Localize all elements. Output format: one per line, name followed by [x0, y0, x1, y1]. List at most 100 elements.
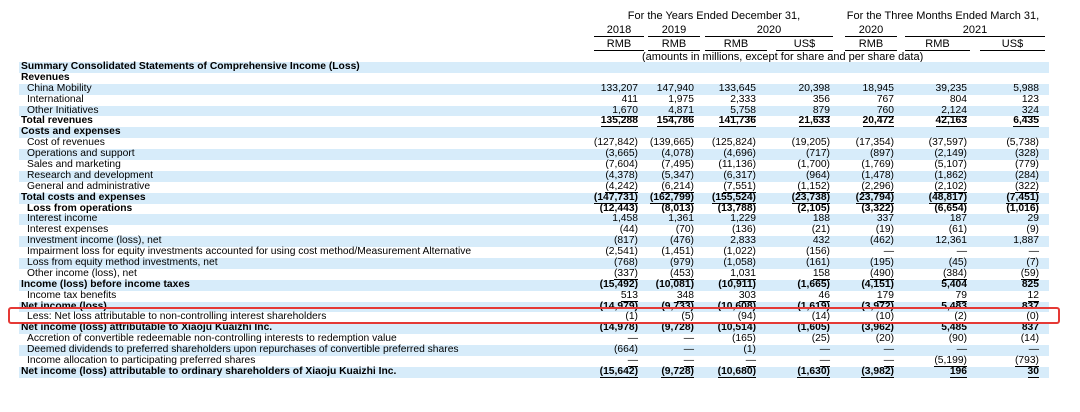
value-text: (25) — [811, 333, 830, 345]
table-row: Income tax benefits 513 348 303 46 179 79 12 — [19, 289, 1049, 302]
value-text: 837 — [1021, 300, 1039, 312]
value-text: (19) — [875, 224, 894, 236]
value-text: 5,988 — [1013, 82, 1039, 94]
year-2021-q1: 2021 — [905, 24, 1045, 37]
value-text: (17,354) — [855, 137, 894, 149]
currency-col-2: RMB — [648, 38, 700, 51]
value-text: 147,940 — [656, 82, 694, 94]
value-text: (15,492) — [599, 278, 638, 290]
value-text: 133,645 — [718, 82, 756, 94]
value-cell: 411 — [568, 94, 638, 106]
value-text: (37,597) — [928, 137, 967, 149]
year-2018: 2018 — [594, 24, 644, 37]
value-text: (462) — [869, 235, 894, 247]
value-text: (5,738) — [1006, 137, 1039, 149]
table-row: Other Initiatives 1,670 4,871 5,758 879 760 2,… — [19, 104, 1049, 117]
value-text: 196 — [949, 365, 967, 378]
value-text: 5,404 — [941, 278, 967, 290]
value-text: (139,665) — [649, 137, 694, 149]
value-text: (13,788) — [717, 202, 756, 214]
value-text: (8,013) — [661, 202, 694, 214]
value-text: 767 — [876, 93, 894, 105]
value-text: 5,485 — [941, 322, 967, 334]
value-text: (2,296) — [861, 180, 894, 193]
value-text: (3,972) — [861, 300, 894, 312]
currency-col-4: US$ — [776, 38, 833, 51]
value-text: (1,700) — [797, 159, 830, 171]
value-text: (3,982) — [861, 365, 894, 378]
value-cell: 21,633 — [772, 115, 830, 128]
year-2019: 2019 — [648, 24, 700, 37]
value-cell: 135,288 — [568, 115, 638, 128]
table-row: Interest expenses (44) (70) (136) (21) (19) (6… — [19, 224, 1049, 236]
table-row: Revenues — [19, 72, 1049, 84]
value-cell: 6,435 — [977, 115, 1039, 128]
value-text: (1,605) — [797, 322, 830, 334]
currency-col-5: RMB — [845, 38, 897, 51]
value-cell: 20,472 — [832, 115, 894, 128]
row-label: Summary Consolidated Statements of Compr… — [21, 61, 360, 72]
value-text: (14) — [1020, 333, 1039, 345]
table-row: Interest income 1,458 1,361 1,229 188 337 187 2… — [19, 213, 1049, 226]
value-text: (4,078) — [661, 148, 694, 160]
value-text: (7,495) — [661, 159, 694, 171]
value-cell: 1,975 — [634, 94, 694, 106]
value-text: 39,235 — [935, 82, 968, 94]
value-text: (10,911) — [718, 278, 756, 290]
value-cell: 356 — [772, 94, 830, 106]
currency-col-6: RMB — [905, 38, 970, 51]
value-text: (779) — [1014, 159, 1039, 171]
value-cell: 42,163 — [897, 115, 967, 128]
value-text: 337 — [876, 213, 894, 225]
value-text: — — [1028, 344, 1039, 356]
value-text: (1,478) — [861, 169, 894, 181]
value-text: (1,451) — [661, 246, 694, 258]
table-row: Loss from operations (12,443) (8,013) (13,7… — [19, 202, 1049, 215]
value-text: 5,483 — [941, 300, 967, 312]
value-text: 20,398 — [798, 82, 831, 94]
value-text: (2,102) — [934, 180, 967, 193]
value-text: (1,769) — [861, 159, 894, 171]
financial-statement: For the Years Ended December 31, For the… — [0, 0, 1080, 412]
value-text: (125,824) — [711, 137, 756, 149]
value-text: 2,833 — [730, 235, 756, 247]
value-text: (4,151) — [861, 278, 894, 290]
value-text: (6,214) — [661, 180, 694, 193]
value-text: 42,163 — [935, 115, 967, 128]
value-text: 804 — [949, 93, 967, 105]
value-cell: (15,642) — [568, 365, 638, 378]
table-row: Summary Consolidated Statements of Compr… — [19, 61, 1049, 73]
value-text: (1,619) — [797, 300, 830, 312]
value-text: 141,736 — [718, 115, 756, 128]
value-text: (1,630) — [797, 365, 830, 378]
table-row: Loss from equity method investments, net… — [19, 257, 1049, 269]
value-text: 123 — [1021, 93, 1039, 105]
value-text: (322) — [1014, 180, 1039, 193]
value-text: 1,361 — [668, 213, 694, 225]
value-cell: (10,680) — [692, 365, 756, 378]
value-text: (14,978) — [599, 322, 638, 334]
value-text: 18,945 — [862, 82, 895, 94]
value-cell: 196 — [897, 365, 967, 378]
column-header: For the Years Ended December 31, For the… — [0, 0, 1080, 66]
row-label: Net income (loss) attributable to ordina… — [21, 365, 397, 377]
value-text: 29 — [1027, 213, 1039, 225]
value-cell: 804 — [897, 93, 967, 106]
year-2020-q1: 2020 — [845, 24, 897, 37]
value-text: (6,317) — [723, 169, 756, 181]
value-text: (979) — [669, 257, 694, 269]
table-row: Net income (loss) attributable to ordina… — [19, 365, 1049, 378]
table-row: International 411 1,975 2,333 356 767 804 123 — [19, 93, 1049, 106]
value-text: (1,022) — [723, 246, 756, 258]
currency-col-3: RMB — [705, 38, 767, 51]
value-text: (9,728) — [661, 322, 694, 334]
table-row: General and administrative (4,242) (6,214)… — [19, 180, 1049, 193]
value-cell: (1,630) — [772, 365, 830, 378]
value-text: 188 — [812, 213, 830, 225]
value-text: (2,105) — [797, 202, 830, 214]
currency-col-7: US$ — [980, 38, 1045, 51]
value-text: (328) — [1014, 148, 1039, 160]
value-text: (9,733) — [661, 300, 694, 312]
table-row: Sales and marketing (7,604) (7,495) (11,136… — [19, 159, 1049, 171]
value-text: (2,149) — [934, 148, 967, 160]
